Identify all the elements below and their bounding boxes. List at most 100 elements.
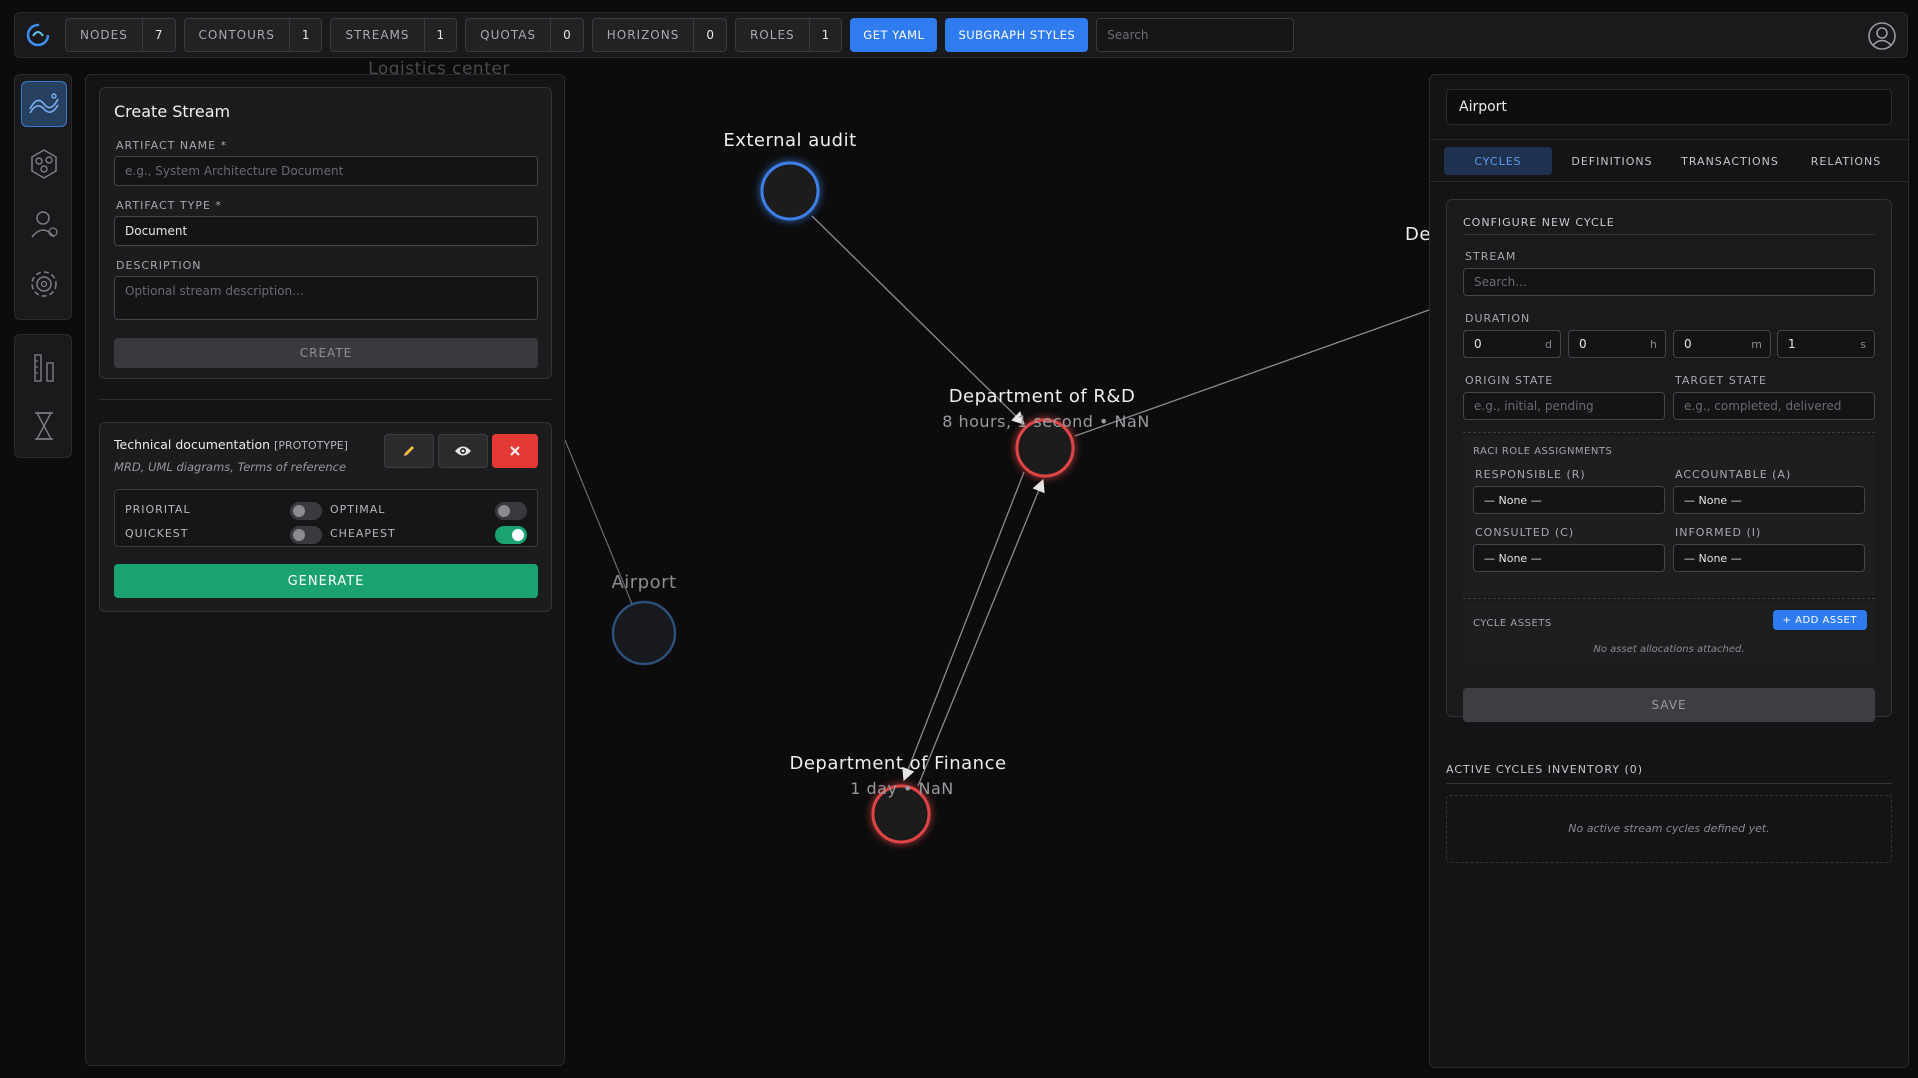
duration-minutes-value: 0 — [1684, 337, 1692, 351]
node-detail-panel: Airport CYCLES DEFINITIONS TRANSACTIONS … — [1429, 74, 1909, 1068]
description-textarea[interactable]: Optional stream description... — [114, 276, 538, 320]
origin-state-input[interactable]: e.g., initial, pending — [1463, 392, 1665, 420]
toggle-prioritai[interactable] — [290, 502, 322, 520]
informed-select[interactable]: — None — — [1673, 544, 1865, 572]
tab-transactions[interactable]: TRANSACTIONS — [1670, 147, 1790, 175]
tab-relations[interactable]: RELATIONS — [1796, 147, 1896, 175]
save-cycle-button[interactable]: SAVE — [1463, 688, 1875, 722]
description-label: DESCRIPTION — [116, 259, 202, 272]
informed-value: — None — — [1684, 551, 1742, 565]
strategy-options-box: PRIORITAL OPTIMAL QUICKEST CHEAPEST — [114, 489, 538, 547]
duration-seconds-value: 1 — [1788, 337, 1796, 351]
stream-search-input[interactable]: Search... — [1463, 268, 1875, 296]
edge-finance-rd[interactable] — [917, 478, 1045, 787]
artifact-type-label: ARTIFACT TYPE * — [116, 199, 222, 212]
duration-seconds-input[interactable]: 1 s — [1777, 330, 1875, 358]
pencil-icon — [404, 446, 414, 456]
assets-divider — [1463, 598, 1875, 599]
accountable-label: ACCOUNTABLE (A) — [1675, 468, 1792, 481]
eye-icon — [455, 446, 471, 456]
consulted-select[interactable]: — None — — [1473, 544, 1665, 572]
node-label-offscreen-right: De — [1405, 224, 1431, 245]
edge-rd-finance[interactable] — [902, 471, 1025, 782]
toggle-optimal[interactable] — [495, 502, 527, 520]
node-title-input[interactable]: Airport — [1446, 89, 1892, 125]
tab-cycles[interactable]: CYCLES — [1444, 147, 1552, 175]
assets-empty-text: No asset allocations attached. — [1593, 644, 1745, 655]
delete-artifact-button[interactable] — [492, 434, 538, 468]
raci-section: RACI ROLE ASSIGNMENTS RESPONSIBLE (R) — … — [1463, 436, 1875, 596]
consulted-value: — None — — [1484, 551, 1542, 565]
tab-definitions[interactable]: DEFINITIONS — [1558, 147, 1666, 175]
inventory-empty-box: No active stream cycles defined yet. — [1446, 795, 1892, 863]
duration-minutes-unit: m — [1751, 338, 1762, 351]
node-label-external-audit: External audit — [723, 130, 857, 151]
configure-cycle-card: CONFIGURE NEW CYCLE STREAM Search... DUR… — [1446, 199, 1892, 722]
edit-artifact-button[interactable] — [384, 434, 434, 468]
configure-divider — [1463, 234, 1875, 235]
artifact-name: Technical documentation — [114, 437, 271, 452]
target-state-label: TARGET STATE — [1675, 374, 1767, 387]
inventory-divider — [1446, 783, 1892, 784]
node-airport[interactable] — [611, 600, 677, 666]
create-stream-card: Create Stream ARTIFACT NAME * e.g., Syst… — [99, 87, 552, 379]
panel-divider — [99, 399, 552, 400]
artifact-type-value: Document — [125, 224, 188, 238]
option-label-optimal: OPTIMAL — [330, 503, 386, 516]
cycle-assets-section: CYCLE ASSETS + ADD ASSET No asset alloca… — [1463, 602, 1875, 664]
artifact-title-row: Technical documentation [PROTOTYPE] — [114, 437, 348, 452]
duration-minutes-input[interactable]: 0 m — [1673, 330, 1771, 358]
node-label-department-rd: Department of R&D — [948, 386, 1136, 407]
accountable-select[interactable]: — None — — [1673, 486, 1865, 514]
node-sub-department-rd: 8 hours, 1 second • NaN — [942, 412, 1150, 431]
add-asset-button[interactable]: + ADD ASSET — [1772, 610, 1867, 630]
duration-days-unit: d — [1545, 338, 1552, 351]
create-button[interactable]: CREATE — [114, 338, 538, 368]
origin-state-placeholder: e.g., initial, pending — [1474, 399, 1594, 413]
option-label-cheapest: CHEAPEST — [330, 527, 396, 540]
responsible-label: RESPONSIBLE (R) — [1475, 468, 1586, 481]
artifact-tag: [PROTOTYPE] — [274, 439, 348, 452]
target-state-placeholder: e.g., completed, delivered — [1684, 399, 1842, 413]
toggle-quickest[interactable] — [290, 526, 322, 544]
artifact-name-label: ARTIFACT NAME * — [116, 139, 228, 152]
duration-seconds-unit: s — [1860, 338, 1866, 351]
artifact-type-select[interactable]: Document — [114, 216, 538, 246]
inventory-empty-text: No active stream cycles defined yet. — [1568, 822, 1770, 835]
tabs-top-divider — [1430, 139, 1908, 140]
target-state-input[interactable]: e.g., completed, delivered — [1673, 392, 1875, 420]
node-label-department-finance: Department of Finance — [789, 753, 1007, 774]
cycle-assets-title: CYCLE ASSETS — [1473, 618, 1552, 629]
configure-cycle-title: CONFIGURE NEW CYCLE — [1463, 216, 1615, 229]
informed-label: INFORMED (I) — [1675, 526, 1762, 539]
stream-search-placeholder: Search... — [1474, 275, 1527, 289]
create-stream-title: Create Stream — [114, 102, 231, 121]
stream-label: STREAM — [1465, 250, 1517, 263]
responsible-select[interactable]: — None — — [1473, 486, 1665, 514]
origin-state-label: ORIGIN STATE — [1465, 374, 1554, 387]
node-label-airport: Airport — [611, 572, 677, 593]
artifact-name-input[interactable]: e.g., System Architecture Document — [114, 156, 538, 186]
close-icon — [510, 446, 520, 456]
inventory-title: ACTIVE CYCLES INVENTORY (0) — [1446, 763, 1644, 776]
duration-hours-unit: h — [1650, 338, 1657, 351]
description-placeholder: Optional stream description... — [125, 284, 304, 298]
artifact-name-placeholder: e.g., System Architecture Document — [125, 164, 344, 178]
option-label-quickest: QUICKEST — [125, 527, 189, 540]
left-panel: Logistics center Create Stream ARTIFACT … — [85, 59, 565, 1066]
option-label-prioritai: PRIORITAL — [125, 503, 191, 516]
node-label-logistics-center: Logistics center — [368, 59, 510, 75]
duration-days-value: 0 — [1474, 337, 1482, 351]
raci-divider — [1463, 432, 1875, 433]
artifact-card: Technical documentation [PROTOTYPE] MRD,… — [99, 422, 552, 612]
duration-hours-input[interactable]: 0 h — [1568, 330, 1666, 358]
duration-label: DURATION — [1465, 312, 1531, 325]
tabs-bottom-divider — [1430, 181, 1908, 182]
accountable-value: — None — — [1684, 493, 1742, 507]
view-artifact-button[interactable] — [438, 434, 488, 468]
toggle-cheapest[interactable] — [495, 526, 527, 544]
node-external-audit[interactable] — [760, 161, 820, 221]
duration-days-input[interactable]: 0 d — [1463, 330, 1561, 358]
generate-button[interactable]: GENERATE — [114, 564, 538, 598]
duration-hours-value: 0 — [1579, 337, 1587, 351]
